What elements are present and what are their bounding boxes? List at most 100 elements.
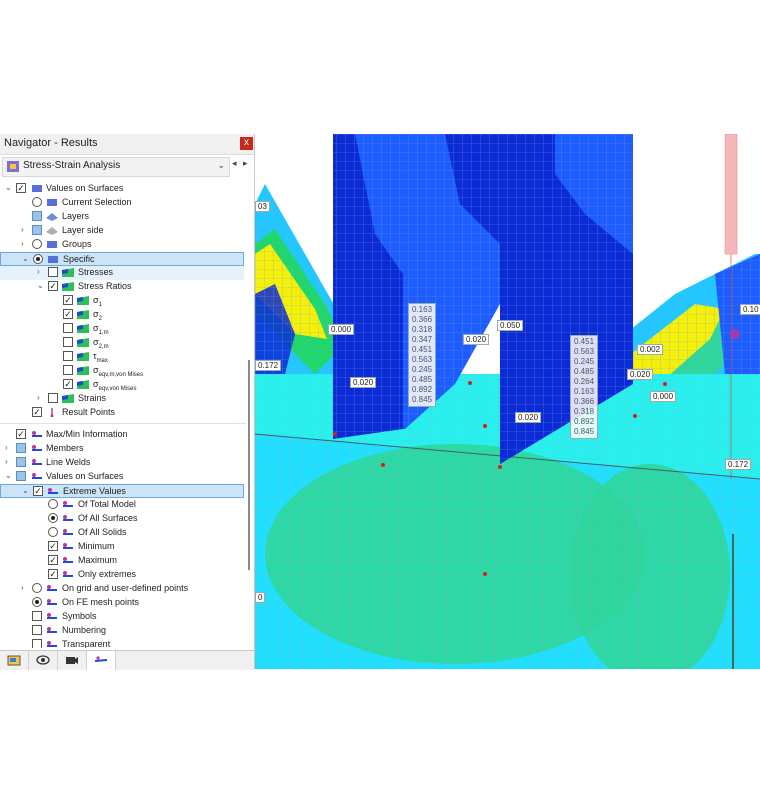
checkbox[interactable] [32,625,42,635]
tree-item-current-selection[interactable]: Current Selection [0,196,244,210]
checkbox[interactable]: ✓ [16,183,26,193]
tree-item-sigma-2[interactable]: ✓ σ2 [0,308,244,322]
prev-arrow-button[interactable]: ◂ [232,158,237,169]
tree-item-layers[interactable]: Layers [0,210,244,224]
tree-item-values-on-surfaces-2[interactable]: ⌄ Values on Surfaces [0,470,244,484]
chevron-right-icon[interactable]: › [21,583,29,592]
checkbox[interactable] [63,365,73,375]
radio-button[interactable] [32,239,42,249]
tree-item-numbering[interactable]: Numbering [0,624,244,638]
checkbox[interactable] [16,457,26,467]
checkbox[interactable] [48,393,58,403]
chevron-down-icon[interactable]: ⌄ [5,183,13,192]
tree-item-on-grid-points[interactable]: › On grid and user-defined points [0,582,244,596]
tree-item-extreme-values[interactable]: ⌄ ✓ Extreme Values [0,484,244,498]
chevron-down-icon[interactable]: ⌄ [37,281,45,290]
checkbox[interactable] [63,323,73,333]
tree-label: Symbols [62,611,97,621]
chevron-right-icon[interactable]: › [5,457,13,466]
checkbox[interactable] [63,351,73,361]
radio-button[interactable] [33,254,43,264]
tree-item-only-extremes[interactable]: ✓ Only extremes [0,568,244,582]
tree-item-maxmin-information[interactable]: ✓ Max/Min Information [0,428,244,442]
tree-item-sigma-eqv[interactable]: ✓ σeqv,von Mises [0,378,244,392]
tree-item-of-total-model[interactable]: Of Total Model [0,498,244,512]
tree-item-symbols[interactable]: Symbols [0,610,244,624]
tree-scrollbar[interactable] [246,180,252,648]
tree-item-strains[interactable]: › Strains [0,392,244,406]
tree-item-result-points[interactable]: ✓ Result Points [0,406,244,420]
radio-button[interactable] [48,513,58,523]
tree-item-stress-ratios[interactable]: ⌄ ✓ Stress Ratios [0,280,244,294]
checkbox[interactable]: ✓ [33,486,43,496]
chevron-right-icon[interactable]: › [37,267,45,276]
checkbox[interactable]: ✓ [48,569,58,579]
radio-button[interactable] [48,499,58,509]
tree-item-stresses[interactable]: › Stresses [0,266,244,280]
next-arrow-button[interactable]: ▸ [243,158,248,169]
tree-item-line-welds[interactable]: › Line Welds [0,456,244,470]
tree-item-sigma-2m[interactable]: σ2,m [0,336,244,350]
checkbox[interactable] [48,267,58,277]
tree-item-specific[interactable]: ⌄ Specific [0,252,244,266]
stress-component-icon [77,324,89,333]
chevron-right-icon[interactable]: › [5,443,13,452]
radio-button[interactable] [32,597,42,607]
tree-item-maximum[interactable]: ✓ Maximum [0,554,244,568]
tab-data[interactable] [0,651,29,670]
model-viewport[interactable]: 03 0.172 0.000 0.020 0.020 0.050 0.020 0.002 0.0… [255,134,760,669]
tree-label: σ1 [93,295,102,308]
tree-item-layer-side[interactable]: › Layer side [0,224,244,238]
checkbox[interactable] [32,611,42,621]
tree-label: σ2 [93,309,102,322]
checkbox[interactable]: ✓ [63,379,73,389]
tree-item-minimum[interactable]: ✓ Minimum [0,540,244,554]
checkbox[interactable]: ✓ [63,309,73,319]
layers-icon [46,213,58,221]
tree-item-on-fe-mesh-points[interactable]: On FE mesh points [0,596,244,610]
checkbox[interactable] [32,225,42,235]
chevron-right-icon[interactable]: › [37,393,45,402]
tree-label: Values on Surfaces [46,471,124,481]
tab-views[interactable] [58,651,87,670]
checkbox[interactable] [16,443,26,453]
radio-button[interactable] [32,197,42,207]
checkbox[interactable] [63,337,73,347]
groups-icon [47,241,57,248]
checkbox[interactable] [16,471,26,481]
checkbox[interactable] [32,211,42,221]
tree-item-sigma-eqv-m[interactable]: σeqv,m,von Mises [0,364,244,378]
checkbox[interactable]: ✓ [48,541,58,551]
chevron-right-icon[interactable]: › [21,239,29,248]
tab-display[interactable] [29,651,58,670]
tree-item-groups[interactable]: › Groups [0,238,244,252]
close-button[interactable]: x [240,137,253,150]
checkbox[interactable] [32,639,42,648]
checkbox[interactable]: ✓ [16,429,26,439]
checkbox[interactable]: ✓ [48,281,58,291]
radio-button[interactable] [32,583,42,593]
tree-item-transparent[interactable]: Transparent [0,638,244,648]
scrollbar-thumb[interactable] [248,360,250,570]
tree-label: Strains [78,393,107,403]
tree-item-members[interactable]: › Members [0,442,244,456]
tree-item-values-on-surfaces[interactable]: ⌄ ✓ Values on Surfaces [0,182,244,196]
tree-item-of-all-surfaces[interactable]: Of All Surfaces [0,512,244,526]
checkbox[interactable]: ✓ [63,295,73,305]
tree-item-sigma-1m[interactable]: σ1,m [0,322,244,336]
value-stack-right: 0.451 0.563 0.245 0.485 0.264 0.163 0.366 0.318… [570,335,599,439]
tree-item-sigma-1[interactable]: ✓ σ1 [0,294,244,308]
radio-button[interactable] [48,527,58,537]
chevron-down-icon[interactable]: ⌄ [5,471,13,480]
results-type-dropdown[interactable]: Stress-Strain Analysis ⌄ [2,157,230,177]
stacked-value: 0.451 [412,345,433,354]
result-point-marker [730,329,740,339]
chevron-down-icon[interactable]: ⌄ [22,254,30,263]
checkbox[interactable]: ✓ [32,407,42,417]
chevron-down-icon[interactable]: ⌄ [22,486,30,495]
checkbox[interactable]: ✓ [48,555,58,565]
chevron-right-icon[interactable]: › [21,225,29,234]
tree-item-tau-max[interactable]: τmax [0,350,244,364]
tab-results[interactable] [87,651,116,670]
tree-item-of-all-solids[interactable]: Of All Solids [0,526,244,540]
